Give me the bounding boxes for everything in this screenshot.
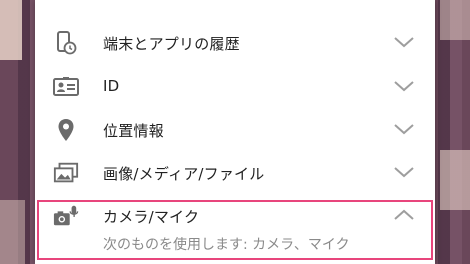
chevron-down-icon[interactable] <box>393 34 415 50</box>
permissions-dialog: 端末とアプリの履歴 ID 位置情報 画像/メディア/ファイル カメラ/マイク 次… <box>35 0 435 264</box>
permission-row-id[interactable]: ID <box>35 65 435 109</box>
camera-mic-icon <box>53 204 79 228</box>
permission-label-device-history: 端末とアプリの履歴 <box>103 35 240 53</box>
photos-icon <box>53 161 79 185</box>
chevron-down-icon[interactable] <box>393 164 415 180</box>
permission-label-camera-mic: カメラ/マイク <box>103 208 200 226</box>
chevron-down-icon[interactable] <box>393 78 415 94</box>
chevron-up-icon[interactable] <box>393 207 415 223</box>
device-history-icon <box>53 31 79 55</box>
permission-label-media: 画像/メディア/ファイル <box>103 165 265 183</box>
id-card-icon <box>53 75 79 99</box>
permission-row-camera-mic[interactable]: カメラ/マイク <box>35 194 435 238</box>
permission-label-location: 位置情報 <box>103 122 164 140</box>
permission-label-id: ID <box>103 77 120 95</box>
location-pin-icon <box>53 118 79 142</box>
chevron-down-icon[interactable] <box>393 121 415 137</box>
permission-row-device-history[interactable]: 端末とアプリの履歴 <box>35 21 435 65</box>
camera-mic-detail: 次のものを使用します: カメラ、マイク <box>103 237 350 253</box>
permission-row-media[interactable]: 画像/メディア/ファイル <box>35 151 435 195</box>
permission-row-location[interactable]: 位置情報 <box>35 108 435 152</box>
